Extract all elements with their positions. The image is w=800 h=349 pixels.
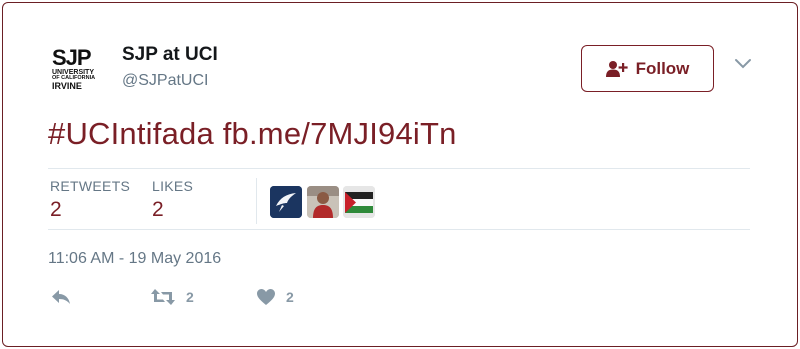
tweet-timestamp[interactable]: 11:06 AM - 19 May 2016 — [48, 250, 221, 268]
like-button[interactable]: 2 — [256, 288, 294, 306]
like-action-count: 2 — [286, 289, 294, 305]
liker-avatar-bird[interactable] — [270, 186, 302, 218]
url-link[interactable]: fb.me/7MJI94iTn — [223, 116, 457, 151]
person-avatar-icon — [307, 186, 339, 218]
reply-button[interactable] — [50, 288, 72, 306]
likes-count[interactable]: 2 — [152, 198, 164, 222]
heart-icon — [257, 289, 275, 305]
divider-top — [48, 168, 750, 169]
avatar[interactable]: SJP UNIVERSITY OF CALIFORNIA IRVINE — [50, 40, 108, 98]
display-name[interactable]: SJP at UCI — [122, 44, 218, 66]
retweets-count[interactable]: 2 — [50, 198, 62, 222]
divider-bottom — [48, 229, 750, 230]
flag-avatar-icon — [343, 186, 375, 218]
tweet-text: #UCIntifada fb.me/7MJI94iTn — [48, 116, 457, 152]
bird-avatar-icon — [270, 186, 302, 218]
follow-button-label: Follow — [635, 58, 690, 78]
follow-button[interactable]: Follow — [581, 45, 714, 92]
retweet-button[interactable]: 2 — [150, 288, 194, 306]
chevron-down-icon[interactable] — [734, 58, 752, 70]
avatar-logo-line3: IRVINE — [52, 80, 82, 91]
likes-label[interactable]: LIKES — [152, 178, 193, 194]
stats-separator — [256, 178, 257, 224]
avatar-logo-text: SJP — [52, 45, 92, 71]
retweet-action-count: 2 — [186, 289, 194, 305]
liker-avatar-person[interactable] — [307, 186, 339, 218]
add-user-icon — [605, 60, 628, 77]
hashtag-link[interactable]: #UCIntifada — [48, 116, 214, 151]
user-handle[interactable]: @SJPatUCI — [122, 72, 208, 90]
liker-avatar-flag[interactable] — [343, 186, 375, 218]
retweet-icon — [151, 289, 175, 305]
reply-icon — [52, 290, 70, 304]
retweets-label[interactable]: RETWEETS — [50, 178, 130, 194]
